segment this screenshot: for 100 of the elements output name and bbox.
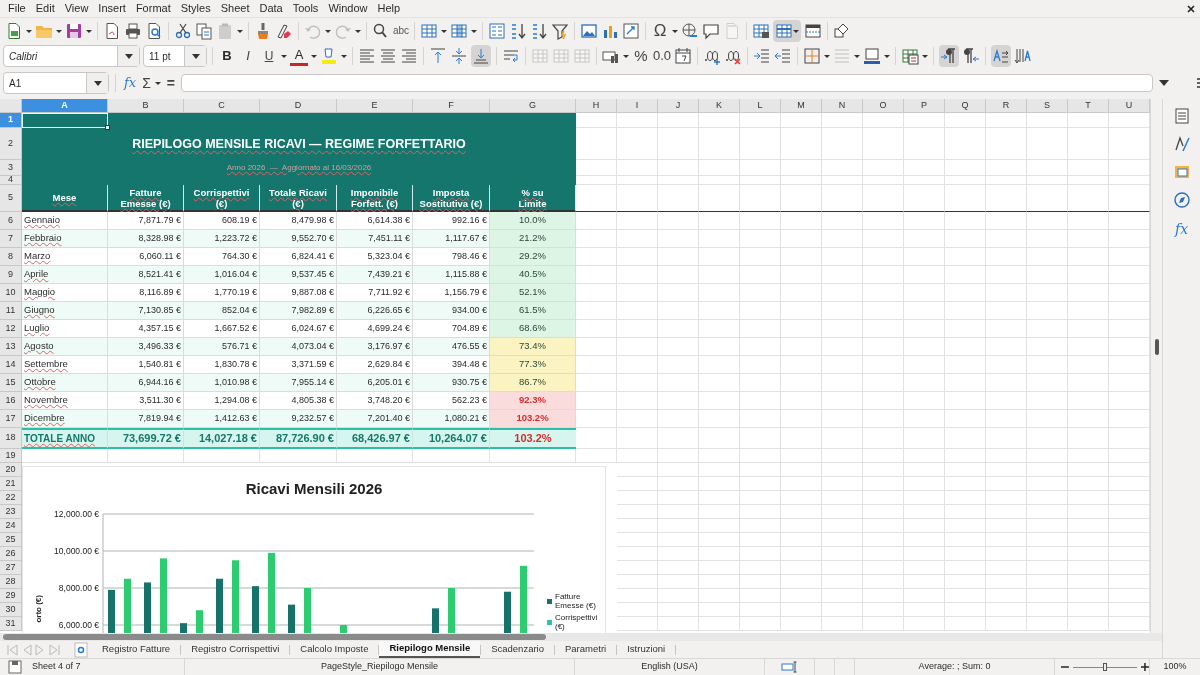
zoom-out-icon[interactable] — [1061, 663, 1069, 671]
column-header[interactable]: F — [413, 99, 490, 113]
comment-icon[interactable] — [702, 21, 721, 40]
row-header[interactable]: 26 — [0, 547, 22, 561]
functions-icon[interactable]: fx — [1174, 219, 1189, 240]
row-header[interactable]: 29 — [0, 589, 22, 603]
font-color-button[interactable]: A — [290, 46, 308, 66]
gallery-icon[interactable] — [1172, 163, 1191, 181]
selection-mode-icon[interactable] — [780, 658, 799, 675]
row-header[interactable]: 4 — [0, 176, 22, 185]
row-header[interactable]: 23 — [0, 505, 22, 519]
column-header[interactable]: N — [822, 99, 863, 113]
column-header[interactable]: M — [781, 99, 822, 113]
filter-icon[interactable] — [551, 21, 570, 40]
document-save-status-icon[interactable] — [6, 658, 24, 675]
last-sheet-icon[interactable] — [48, 643, 61, 656]
row-header[interactable]: 14 — [0, 356, 22, 374]
row-header[interactable]: 7 — [0, 230, 22, 248]
column-header[interactable]: T — [1068, 99, 1109, 113]
column-header[interactable]: G — [490, 99, 576, 113]
italic-button[interactable]: I — [239, 46, 257, 66]
properties-icon[interactable] — [1172, 107, 1191, 125]
select-all-corner[interactable] — [0, 99, 22, 113]
formula-input-field[interactable] — [181, 74, 1153, 92]
print-preview-icon[interactable] — [145, 21, 163, 40]
menu-item[interactable]: Insert — [95, 0, 129, 17]
cut-icon[interactable] — [174, 21, 192, 40]
column-header[interactable]: S — [1027, 99, 1068, 113]
sheet-tab[interactable]: Parametri — [555, 641, 617, 658]
percent-button[interactable]: % — [632, 46, 650, 66]
menu-item[interactable]: File — [5, 0, 29, 17]
row-header[interactable]: 2 — [0, 128, 22, 160]
right-to-left-icon[interactable] — [962, 47, 981, 65]
row-header[interactable]: 9 — [0, 266, 22, 284]
row-header[interactable]: 21 — [0, 477, 22, 491]
column-header[interactable]: Q — [945, 99, 986, 113]
row-header[interactable]: 17 — [0, 410, 22, 428]
sheet-tab[interactable]: Riepilogo Mensile — [379, 641, 481, 658]
first-sheet-icon[interactable] — [6, 643, 19, 656]
column-header[interactable]: C — [184, 99, 260, 113]
function-wizard-button[interactable]: fx — [122, 73, 139, 93]
calendar-icon[interactable] — [674, 47, 693, 65]
highlight-icon[interactable] — [320, 47, 338, 65]
expand-caret-icon[interactable] — [1159, 80, 1169, 86]
split-window-icon[interactable] — [804, 21, 823, 40]
row-header[interactable]: 15 — [0, 374, 22, 392]
row-header[interactable]: 3 — [0, 160, 22, 176]
row-header[interactable]: 30 — [0, 603, 22, 617]
outdent-icon[interactable] — [774, 47, 793, 65]
row-header[interactable]: 13 — [0, 338, 22, 356]
name-box[interactable]: A1 — [3, 72, 109, 94]
eraser-icon[interactable] — [275, 21, 293, 40]
vertical-scrollbar[interactable] — [1150, 99, 1162, 633]
copy-icon[interactable] — [195, 21, 213, 40]
freeze-rows-icon[interactable] — [773, 19, 802, 42]
row-header[interactable]: 8 — [0, 248, 22, 266]
border-color-icon[interactable] — [863, 47, 882, 65]
row-header[interactable]: 31 — [0, 617, 22, 631]
sheet-tab[interactable]: Calcolo Imposte — [290, 641, 379, 658]
column-header[interactable]: U — [1109, 99, 1150, 113]
align-left-icon[interactable] — [358, 47, 376, 65]
column-header[interactable]: E — [337, 99, 413, 113]
new-spreadsheet-icon[interactable] — [5, 21, 23, 40]
save-icon[interactable] — [65, 21, 83, 40]
menu-item[interactable]: Window — [325, 0, 371, 17]
bold-button[interactable]: B — [218, 46, 236, 66]
sheet-tab[interactable]: Registro Fatture — [92, 641, 181, 658]
underline-button[interactable]: U — [260, 46, 278, 66]
row-header[interactable]: 5 — [0, 185, 22, 212]
globe-link-icon[interactable] — [681, 21, 700, 40]
navigator-icon[interactable] — [1172, 191, 1191, 209]
zoom-in-icon[interactable] — [1141, 663, 1149, 671]
caret-icon[interactable] — [191, 53, 200, 59]
special-character-button[interactable]: Ω — [651, 20, 670, 41]
sheet-tab[interactable]: Registro Corrispettivi — [181, 641, 290, 658]
conditional-format-icon[interactable] — [901, 47, 920, 65]
column-header[interactable]: H — [576, 99, 617, 113]
indent-icon[interactable] — [753, 47, 772, 65]
menu-item[interactable]: Help — [374, 0, 404, 17]
column-header[interactable]: R — [986, 99, 1027, 113]
sort-ascending-icon[interactable] — [509, 21, 528, 40]
row-header[interactable]: 25 — [0, 533, 22, 547]
image-icon[interactable] — [580, 21, 599, 40]
row-header[interactable]: 6 — [0, 212, 22, 230]
row-header[interactable]: 10 — [0, 284, 22, 302]
row-header[interactable]: 28 — [0, 575, 22, 589]
wrap-text-icon[interactable] — [502, 47, 520, 65]
horizontal-scrollbar[interactable] — [3, 634, 546, 640]
column-header[interactable]: I — [617, 99, 658, 113]
text-direction-icon[interactable] — [992, 47, 1011, 65]
column-header[interactable]: J — [658, 99, 699, 113]
menu-item[interactable]: Edit — [32, 0, 58, 17]
row-header[interactable]: 19 — [0, 449, 22, 463]
row-header[interactable]: 11 — [0, 302, 22, 320]
close-icon[interactable] — [1186, 3, 1196, 14]
number-format-button[interactable]: 0.0 — [653, 46, 672, 66]
cell-cursor[interactable] — [22, 113, 108, 128]
row-header[interactable]: 12 — [0, 320, 22, 338]
column-grid-icon[interactable] — [450, 21, 469, 40]
caret-icon[interactable] — [124, 53, 133, 59]
